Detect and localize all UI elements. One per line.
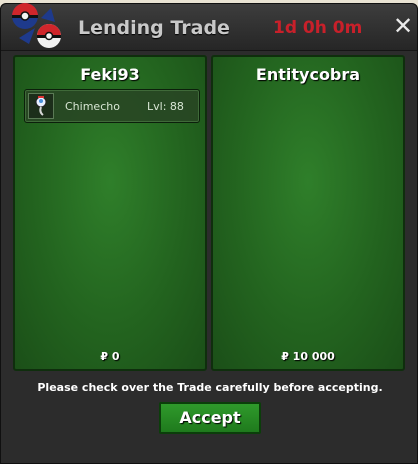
left-trade-panel: Feki93 Chimecho Lvl: 88 ₽ 0 bbox=[13, 55, 207, 371]
accept-button[interactable]: Accept bbox=[159, 402, 261, 434]
item-level: Lvl: 88 bbox=[147, 100, 184, 113]
right-player-name: Entitycobra bbox=[255, 65, 361, 84]
close-button[interactable]: ✕ bbox=[391, 14, 415, 38]
pokeball-swap-icon bbox=[12, 3, 61, 48]
right-money: ₽ 10 000 bbox=[281, 350, 335, 363]
left-player-name: Feki93 bbox=[80, 65, 140, 84]
trade-window: Lending Trade 1d 0h 0m ✕ Feki93 Chimecho… bbox=[0, 3, 418, 464]
window-title: Lending Trade bbox=[78, 17, 230, 39]
item-name: Chimecho bbox=[65, 100, 120, 113]
right-trade-panel: Entitycobra ₽ 10 000 bbox=[211, 55, 405, 371]
left-money: ₽ 0 bbox=[100, 350, 120, 363]
trade-notice: Please check over the Trade carefully be… bbox=[37, 381, 383, 394]
title-bar: Lending Trade 1d 0h 0m ✕ bbox=[1, 3, 417, 51]
chimecho-sprite-icon bbox=[28, 93, 54, 119]
trade-timer: 1d 0h 0m bbox=[273, 18, 363, 38]
trade-item-slot[interactable]: Chimecho Lvl: 88 bbox=[24, 89, 200, 123]
